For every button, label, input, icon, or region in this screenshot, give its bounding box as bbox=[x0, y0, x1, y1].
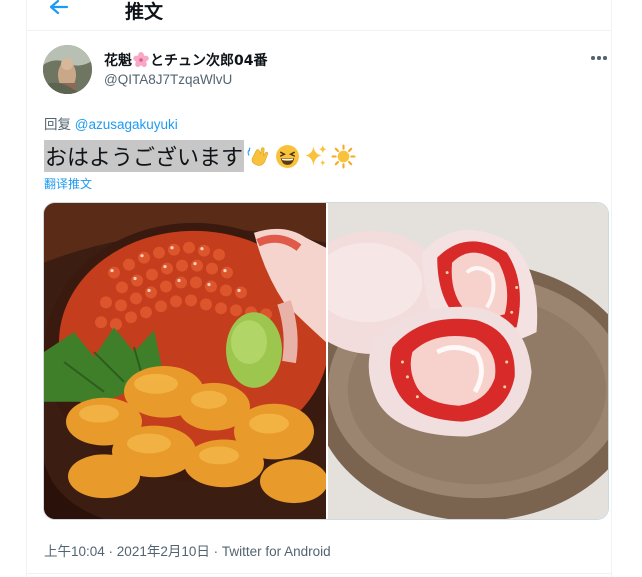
avatar[interactable] bbox=[43, 45, 92, 94]
arrow-left-icon bbox=[49, 0, 69, 15]
more-options-button[interactable] bbox=[588, 52, 610, 64]
tweet-date[interactable]: 2021年2月10日 bbox=[117, 544, 210, 559]
meta-divider bbox=[26, 573, 612, 574]
meta-separator: · bbox=[104, 544, 117, 559]
author-name-part1: 花魁 bbox=[104, 53, 132, 69]
translate-tweet-link[interactable]: 翻译推文 bbox=[44, 175, 92, 192]
sun-icon bbox=[331, 144, 356, 168]
waving-hands-icon bbox=[247, 146, 269, 166]
ikura-uni-donburi-photo bbox=[44, 203, 326, 519]
author-display-name[interactable]: 花魁 とチュン次郎04番 bbox=[104, 50, 267, 70]
cherry-blossom-icon bbox=[133, 52, 149, 67]
strawberry-daifuku-photo bbox=[328, 203, 608, 519]
sparkles-icon bbox=[305, 144, 327, 166]
tweet-metadata: 上午10:04 · 2021年2月10日 · Twitter for Andro… bbox=[44, 540, 331, 560]
page-header: 推文 bbox=[26, 0, 612, 31]
author-handle[interactable]: @QITA8J7TzqaWlvU bbox=[104, 72, 232, 87]
author-name-part2: とチュン次郎04番 bbox=[150, 53, 268, 69]
reply-context: 回复 @azusagakuyuki bbox=[44, 113, 178, 133]
reply-to-link[interactable]: @azusagakuyuki bbox=[75, 117, 178, 132]
tweet-time[interactable]: 上午10:04 bbox=[44, 544, 105, 559]
tweet-media-grid bbox=[43, 202, 609, 520]
tweet-text: おはようございます bbox=[44, 140, 356, 172]
media-photo-strawberry-daifuku[interactable] bbox=[328, 203, 608, 519]
reply-prefix: 回复 bbox=[44, 117, 75, 132]
header-divider bbox=[26, 30, 612, 31]
more-dots-icon bbox=[591, 56, 595, 60]
media-photo-ikura-uni-donburi[interactable] bbox=[44, 203, 326, 519]
grinning-squinting-face-icon bbox=[276, 144, 299, 168]
back-button[interactable] bbox=[46, 0, 70, 20]
meta-separator: · bbox=[209, 544, 222, 559]
page-title: 推文 bbox=[125, 1, 164, 23]
tweet-text-body: おはようございます bbox=[44, 140, 245, 172]
tweet-source: Twitter for Android bbox=[221, 544, 331, 559]
